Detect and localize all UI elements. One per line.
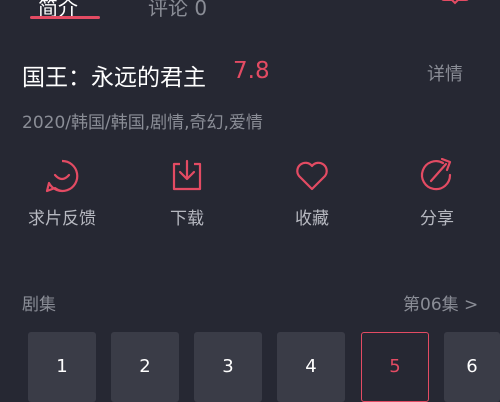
top-share-icon[interactable] bbox=[440, 0, 470, 6]
episode-button[interactable]: 1 bbox=[28, 332, 96, 402]
download-button[interactable]: 下载 bbox=[142, 158, 232, 229]
movie-meta: 2020/韩国/韩国,剧情,奇幻,爱情 bbox=[22, 113, 263, 133]
feedback-button[interactable]: 求片反馈 bbox=[17, 158, 107, 229]
episode-button[interactable]: 3 bbox=[194, 332, 262, 402]
episode-button[interactable]: 4 bbox=[277, 332, 345, 402]
movie-title: 国王：永远的君主 bbox=[22, 65, 206, 91]
heart-icon bbox=[296, 161, 328, 191]
detail-link[interactable]: 详情 bbox=[427, 60, 463, 86]
episodes-more-link[interactable]: 第06集 > bbox=[403, 290, 478, 315]
share-button[interactable]: 分享 bbox=[392, 158, 482, 229]
episode-button-active[interactable]: 5 bbox=[361, 332, 429, 402]
tab-comments[interactable]: 评论 0 bbox=[148, 0, 207, 21]
download-label: 下载 bbox=[170, 209, 204, 229]
favorite-label: 收藏 bbox=[295, 209, 329, 229]
movie-score: 7.8 bbox=[233, 58, 270, 84]
smile-bubble-icon bbox=[45, 159, 79, 193]
share-label: 分享 bbox=[420, 209, 454, 229]
download-icon bbox=[172, 159, 202, 191]
episodes-title: 剧集 bbox=[22, 295, 56, 315]
feedback-label: 求片反馈 bbox=[28, 209, 96, 229]
active-tab-indicator bbox=[30, 16, 100, 19]
share-icon bbox=[420, 158, 452, 191]
episode-button[interactable]: 6 bbox=[444, 332, 500, 402]
episode-button[interactable]: 2 bbox=[111, 332, 179, 402]
favorite-button[interactable]: 收藏 bbox=[267, 158, 357, 229]
